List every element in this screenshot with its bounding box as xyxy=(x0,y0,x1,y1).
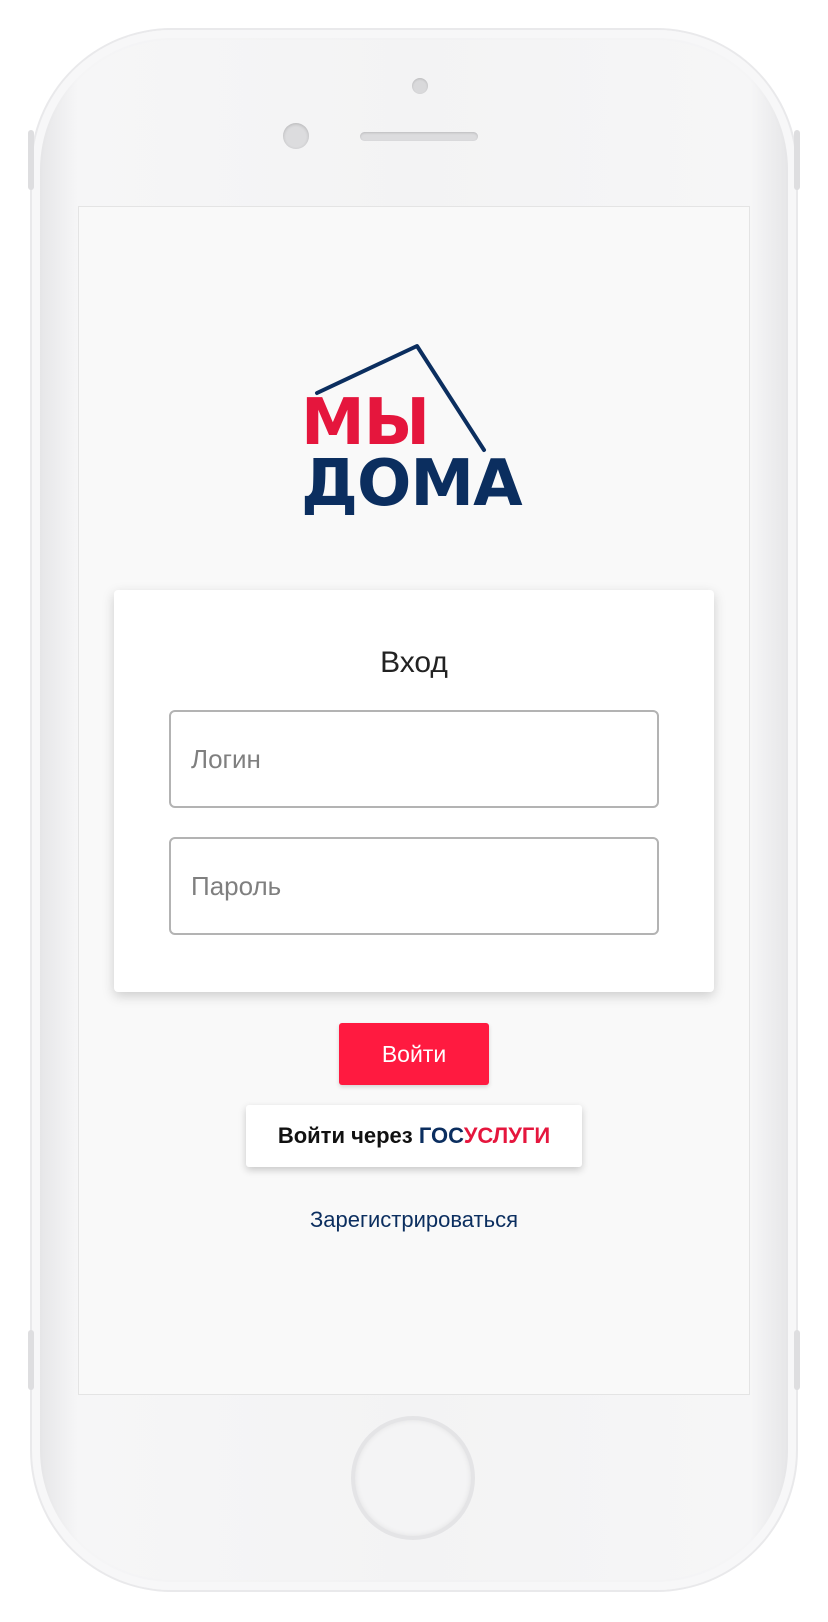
gosuslugi-prefix-label: Войти через xyxy=(277,1123,419,1148)
app-screen: МЫ ДОМА Вход Войти Войти через ГОСУСЛУГИ… xyxy=(79,207,749,1394)
phone-side-button-left xyxy=(28,130,34,190)
login-title: Вход xyxy=(380,646,448,679)
login-input[interactable] xyxy=(169,710,659,808)
phone-side-button-right xyxy=(794,130,800,190)
brand-logo: МЫ ДОМА xyxy=(289,327,529,517)
phone-side-button-right-lower xyxy=(794,1330,800,1390)
front-camera xyxy=(283,123,309,149)
gosuslugi-brand-part1: ГОС xyxy=(418,1123,464,1148)
gosuslugi-login-button[interactable]: Войти через ГОСУСЛУГИ xyxy=(246,1105,582,1167)
logo-text-line1: МЫ xyxy=(301,386,430,460)
login-button[interactable]: Войти xyxy=(339,1023,489,1085)
register-link[interactable]: Зарегистрироваться xyxy=(310,1207,518,1232)
earpiece-speaker xyxy=(360,132,478,141)
home-button[interactable] xyxy=(355,1420,471,1536)
password-input[interactable] xyxy=(169,837,659,935)
gosuslugi-brand-part2: УСЛУГИ xyxy=(463,1123,551,1148)
proximity-sensor xyxy=(412,78,428,94)
phone-side-button-left-lower xyxy=(28,1330,34,1390)
login-card: Вход xyxy=(114,590,714,992)
logo-text-line2: ДОМА xyxy=(301,447,523,521)
register-link-container: Зарегистрироваться xyxy=(79,1207,749,1233)
